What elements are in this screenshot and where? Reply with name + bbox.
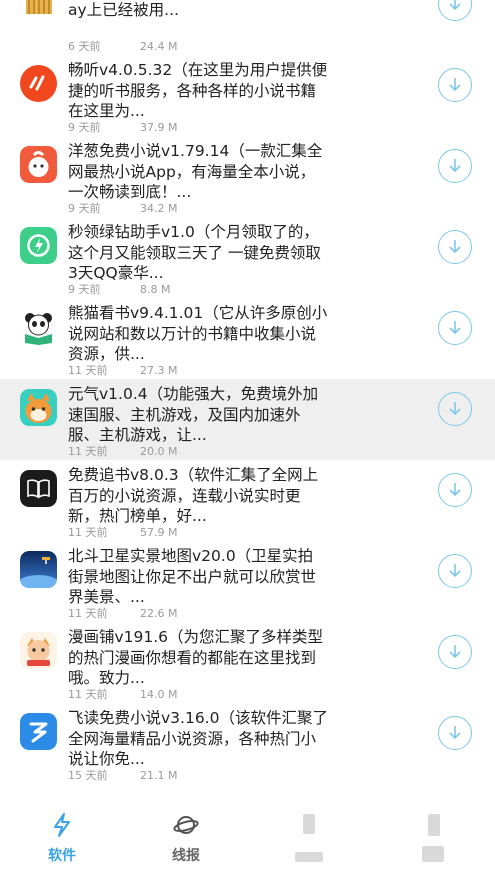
download-arrow-icon — [449, 483, 461, 497]
list-item[interactable]: 元气v1.0.4（功能强大，免费境外加速国服、主机游戏，及国内加速外服、主机游戏… — [0, 379, 495, 460]
app-size: 37.9 M — [140, 121, 178, 134]
fox-mascot-icon — [20, 389, 57, 426]
list-item[interactable]: 洋葱免费小说v1.79.14（一款汇集全网最热小说App，有海量全本小说，一次畅… — [0, 136, 495, 217]
download-arrow-icon — [449, 321, 461, 335]
list-item[interactable]: 北斗卫星实景地图v20.0（卫星实拍街景地图让你足不出户就可以欣赏世界美景、..… — [0, 541, 495, 622]
app-title: 北斗卫星实景地图v20.0（卫星实拍街景地图让你足不出户就可以欣赏世界美景、..… — [68, 547, 317, 606]
app-size: 57.9 M — [140, 526, 178, 539]
app-size: 27.3 M — [140, 364, 178, 377]
app-size: 34.2 M — [140, 202, 178, 215]
blurred-icon — [420, 812, 446, 838]
app-meta: 9 天前 34.2 M — [68, 202, 177, 216]
download-arrow-icon — [449, 240, 461, 254]
lightning-icon — [49, 812, 75, 838]
app-list: 手机系统垃圾清除工具，在Google Play上已经被用... 6 天前 24.… — [0, 0, 495, 784]
broom-icon — [20, 0, 57, 21]
tab-label: 软件 — [48, 848, 76, 864]
app-date: 11 天前 — [68, 607, 108, 620]
app-meta: 15 天前 21.1 M — [68, 769, 177, 783]
changting-logo-icon — [20, 65, 57, 102]
app-date: 15 天前 — [68, 769, 108, 782]
download-button[interactable] — [438, 230, 472, 264]
list-item[interactable]: 免费追书v8.0.3（软件汇集了全网上百万的小说资源，连载小说实时更新，热门榜单… — [0, 460, 495, 541]
tab-blurred-2[interactable] — [398, 812, 468, 862]
download-arrow-icon — [449, 159, 461, 173]
app-title: 熊猫看书v9.4.1.01（它从许多原创小说网站和数以万计的书籍中收集小说资源，… — [68, 304, 328, 363]
app-meta: 11 天前 20.0 M — [68, 445, 177, 459]
list-item[interactable]: 畅听v4.0.5.32（在这里为用户提供便捷的听书服务，各种各样的小说书籍在这里… — [0, 55, 495, 136]
app-date: 9 天前 — [68, 121, 101, 134]
app-title: 元气v1.0.4（功能强大，免费境外加速国服、主机游戏，及国内加速外服、主机游戏… — [68, 385, 319, 444]
app-meta: 11 天前 14.0 M — [68, 688, 177, 702]
list-item[interactable]: 秒领绿钻助手v1.0（个月领取了的，这个月又能领取三天了 一键免费领取3天QQ豪… — [0, 217, 495, 298]
app-title: 畅听v4.0.5.32（在这里为用户提供便捷的听书服务，各种各样的小说书籍在这里… — [68, 61, 328, 120]
green-diamond-icon — [20, 227, 57, 264]
open-book-icon — [20, 470, 57, 507]
list-item[interactable]: 熊猫看书v9.4.1.01（它从许多原创小说网站和数以万计的书籍中收集小说资源，… — [0, 298, 495, 379]
app-date: 6 天前 — [68, 40, 101, 53]
app-date: 9 天前 — [68, 283, 101, 296]
feidu-logo-icon — [20, 713, 57, 750]
download-button[interactable] — [438, 392, 472, 426]
blurred-icon — [297, 812, 323, 838]
comic-mascot-icon — [20, 632, 57, 669]
download-arrow-icon — [449, 78, 461, 92]
app-size: 14.0 M — [140, 688, 178, 701]
app-meta: 11 天前 22.6 M — [68, 607, 177, 621]
app-date: 9 天前 — [68, 202, 101, 215]
download-button[interactable] — [438, 635, 472, 669]
download-button[interactable] — [438, 716, 472, 750]
blurred-label — [422, 846, 444, 862]
download-button[interactable] — [438, 149, 472, 183]
app-date: 11 天前 — [68, 364, 108, 377]
app-date: 11 天前 — [68, 445, 108, 458]
download-arrow-icon — [449, 645, 461, 659]
tab-blurred-1[interactable] — [275, 812, 345, 862]
app-size: 8.8 M — [140, 283, 171, 296]
app-size: 21.1 M — [140, 769, 178, 782]
app-date: 11 天前 — [68, 688, 108, 701]
list-item[interactable]: 飞读免费小说v3.16.0（该软件汇聚了全网海量精品小说资源，各种热门小说让你免… — [0, 703, 495, 784]
app-title: 飞读免费小说v3.16.0（该软件汇聚了全网海量精品小说资源，各种热门小说让你免… — [68, 709, 328, 768]
app-meta: 9 天前 8.8 M — [68, 283, 170, 297]
app-title: 手机系统垃圾清除工具，在Google Play上已经被用... — [68, 0, 179, 19]
tab-news[interactable]: 线报 — [151, 812, 221, 865]
download-arrow-icon — [449, 402, 461, 416]
app-size: 20.0 M — [140, 445, 178, 458]
app-title: 秒领绿钻助手v1.0（个月领取了的，这个月又能领取三天了 一键免费领取3天QQ豪… — [68, 223, 321, 282]
download-button[interactable] — [438, 311, 472, 345]
app-title: 免费追书v8.0.3（软件汇集了全网上百万的小说资源，连载小说实时更新，热门榜单… — [68, 466, 319, 525]
tab-label: 线报 — [172, 848, 200, 864]
app-meta: 11 天前 27.3 M — [68, 364, 177, 378]
download-button[interactable] — [438, 0, 472, 21]
app-title: 洋葱免费小说v1.79.14（一款汇集全网最热小说App，有海量全本小说，一次畅… — [68, 142, 323, 201]
download-button[interactable] — [438, 68, 472, 102]
list-item[interactable]: 漫画铺v191.6（为您汇聚了多样类型的热门漫画你想看的都能在这里找到哦。致力.… — [0, 622, 495, 703]
panda-book-icon — [20, 308, 57, 345]
app-meta: 9 天前 37.9 M — [68, 121, 177, 135]
download-arrow-icon — [449, 564, 461, 578]
app-size: 22.6 M — [140, 607, 178, 620]
bottom-tab-bar: 软件 线报 — [0, 800, 495, 880]
onion-mascot-icon — [20, 146, 57, 183]
app-meta: 11 天前 57.9 M — [68, 526, 177, 540]
download-button[interactable] — [438, 473, 472, 507]
app-date: 11 天前 — [68, 526, 108, 539]
blurred-label — [295, 852, 323, 862]
download-arrow-icon — [449, 726, 461, 740]
satellite-earth-icon — [20, 551, 57, 588]
list-item[interactable]: 手机系统垃圾清除工具，在Google Play上已经被用... 6 天前 24.… — [0, 0, 495, 55]
download-button[interactable] — [438, 554, 472, 588]
app-meta: 6 天前 24.4 M — [68, 40, 177, 54]
app-size: 24.4 M — [140, 40, 178, 53]
planet-icon — [173, 812, 199, 838]
app-title: 漫画铺v191.6（为您汇聚了多样类型的热门漫画你想看的都能在这里找到哦。致力.… — [68, 628, 324, 687]
tab-software[interactable]: 软件 — [27, 812, 97, 865]
download-arrow-icon — [449, 0, 461, 11]
